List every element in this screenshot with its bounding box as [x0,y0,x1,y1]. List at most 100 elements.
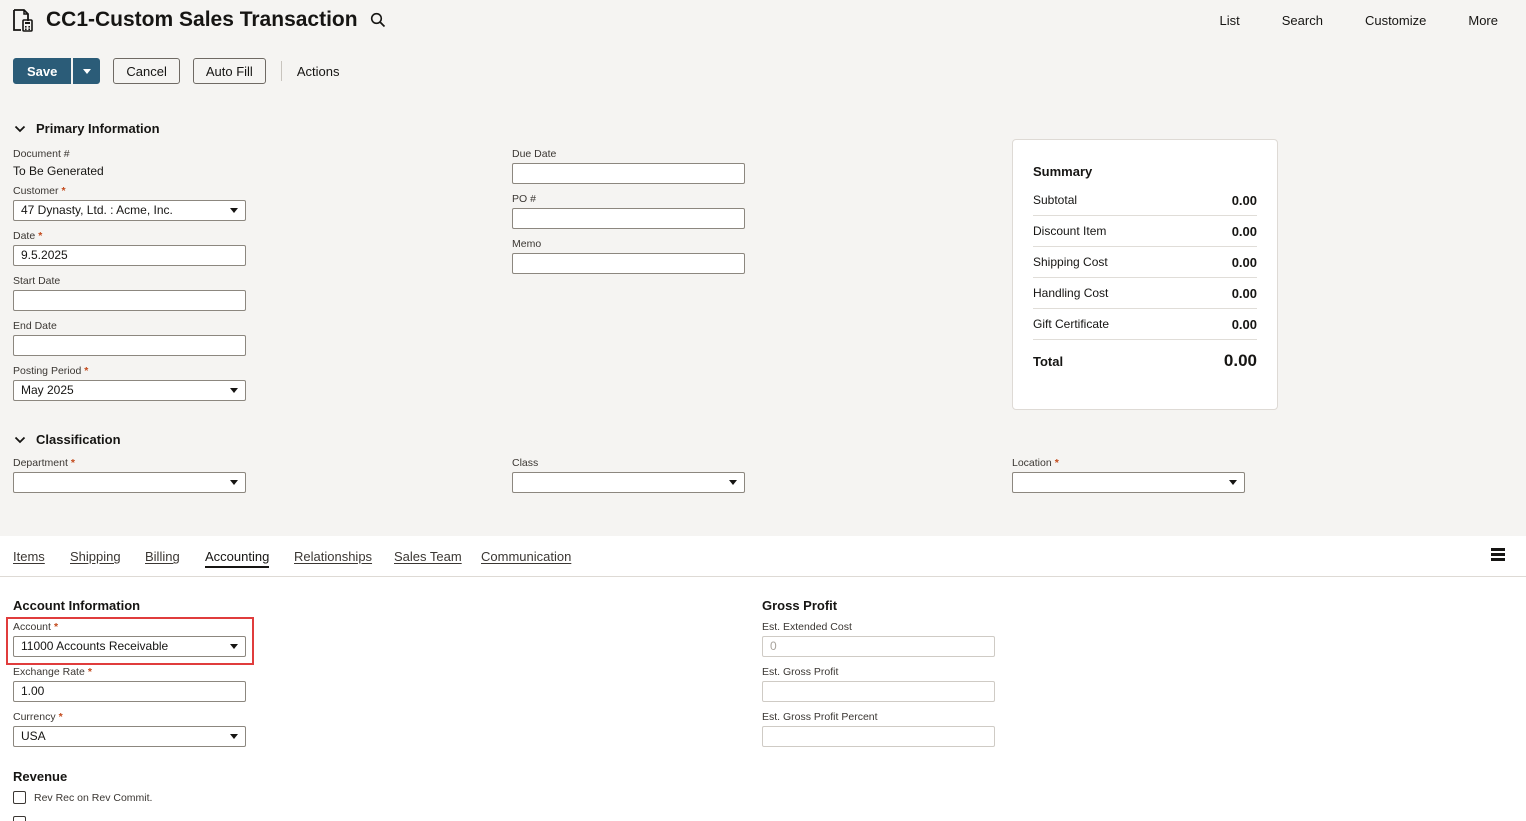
dropdown-caret-icon [230,734,238,739]
top-nav: List Search Customize More [1178,13,1498,28]
field-label: PO # [512,193,536,205]
dropdown-caret-icon [230,644,238,649]
est-gross-profit-input [762,681,995,702]
search-icon[interactable] [370,12,386,28]
summary-row-gift-certificate: Gift Certificate 0.00 [1033,309,1257,340]
tab-communication[interactable]: Communication [481,549,571,564]
checkbox-label: Rev Rec on Rev Commit. [34,791,153,804]
summary-value: 0.00 [1231,223,1257,239]
field-label: Est. Extended Cost [762,621,852,633]
document-number-value: To Be Generated [13,164,104,178]
tab-billing[interactable]: Billing [145,549,180,564]
summary-total: Total 0.00 [1033,351,1257,371]
tab-sales-team[interactable]: Sales Team [394,549,462,564]
field-label: Posting Period [13,365,82,377]
posting-period-field: Posting Period * May 2025 [13,364,246,401]
tab-accounting[interactable]: Accounting [205,549,270,568]
nav-list[interactable]: List [1220,13,1240,28]
checkbox[interactable] [13,816,26,821]
field-label: Location [1012,457,1052,469]
field-label: Start Date [13,275,61,287]
field-label: Memo [512,238,542,250]
summary-total-label: Total [1033,353,1064,369]
posting-period-select[interactable]: May 2025 [13,380,246,401]
document-icon [13,9,33,32]
nav-more[interactable]: More [1468,13,1498,28]
field-label: Department [13,457,68,469]
auto-fill-button[interactable]: Auto Fill [192,58,266,84]
nav-customize[interactable]: Customize [1365,13,1426,28]
exchange-rate-input[interactable]: 1.00 [13,681,246,702]
dropdown-caret-icon [230,388,238,393]
department-select[interactable] [13,472,246,493]
toolbar: Save Cancel Auto Fill Actions [13,58,339,84]
field-label: Est. Gross Profit [762,666,839,678]
currency-value: USA [21,729,46,743]
required-marker: * [53,621,59,633]
next-checkbox-row [13,816,34,821]
dropdown-caret-icon [230,208,238,213]
account-select[interactable]: 11000 Accounts Receivable [13,636,246,657]
tab-shipping[interactable]: Shipping [70,549,121,564]
subtab-bar: Items Shipping Billing Accounting Relati… [0,536,1526,577]
end-date-input[interactable] [13,335,246,356]
summary-row-shipping: Shipping Cost 0.00 [1033,247,1257,278]
placeholder-text: 0 [770,639,777,653]
summary-value: 0.00 [1231,316,1257,332]
save-button[interactable]: Save [13,58,72,84]
document-number-field: Document # To Be Generated [13,147,104,178]
required-marker: * [84,365,89,377]
due-date-input[interactable] [512,163,745,184]
exchange-rate-field: Exchange Rate * 1.00 [13,665,246,702]
chevron-down-icon [14,436,26,443]
summary-row-handling: Handling Cost 0.00 [1033,278,1257,309]
field-label: Exchange Rate [13,666,85,678]
memo-input[interactable] [512,253,745,274]
location-select[interactable] [1012,472,1245,493]
field-label: Due Date [512,148,557,160]
class-select[interactable] [512,472,745,493]
date-input[interactable]: 9.5.2025 [13,245,246,266]
currency-select[interactable]: USA [13,726,246,747]
classification-section-toggle[interactable]: Classification [14,432,121,447]
currency-field: Currency * USA [13,710,246,747]
start-date-input[interactable] [13,290,246,311]
field-label: Currency [13,711,56,723]
save-options-button[interactable] [73,58,101,84]
date-value: 9.5.2025 [21,248,68,262]
required-marker: * [38,230,43,242]
est-gross-profit-field: Est. Gross Profit [762,665,995,702]
tab-relationships[interactable]: Relationships [294,549,372,564]
nav-search[interactable]: Search [1282,13,1323,28]
field-label: End Date [13,320,57,332]
cancel-button[interactable]: Cancel [113,58,180,84]
summary-value: 0.00 [1231,192,1257,208]
menu-icon[interactable] [1491,548,1505,561]
required-marker: * [1054,457,1059,469]
rev-rec-checkbox-row: Rev Rec on Rev Commit. [13,791,152,804]
tab-items[interactable]: Items [13,549,45,564]
summary-total-value: 0.00 [1223,351,1257,370]
gross-profit-heading: Gross Profit [762,598,838,613]
customer-value: 47 Dynasty, Ltd. : Acme, Inc. [21,203,173,217]
rev-rec-checkbox[interactable] [13,791,26,804]
primary-info-section-toggle[interactable]: Primary Information [14,121,160,136]
customer-select[interactable]: 47 Dynasty, Ltd. : Acme, Inc. [13,200,246,221]
title-row: CC1-Custom Sales Transaction [12,8,386,32]
memo-field: Memo [512,237,745,274]
date-field: Date * 9.5.2025 [13,229,246,266]
actions-menu[interactable]: Actions [297,64,340,79]
department-field: Department * [13,456,246,493]
section-title: Classification [36,432,121,447]
summary-row-discount: Discount Item 0.00 [1033,216,1257,247]
est-gross-profit-percent-input [762,726,995,747]
po-number-input[interactable] [512,208,745,229]
class-field: Class [512,456,745,493]
location-field: Location * [1012,456,1245,493]
account-value: 11000 Accounts Receivable [21,639,169,653]
end-date-field: End Date [13,319,246,356]
due-date-field: Due Date [512,147,745,184]
field-label: Document # [13,148,70,160]
field-label: Date [13,230,36,242]
field-label: Class [512,457,539,469]
